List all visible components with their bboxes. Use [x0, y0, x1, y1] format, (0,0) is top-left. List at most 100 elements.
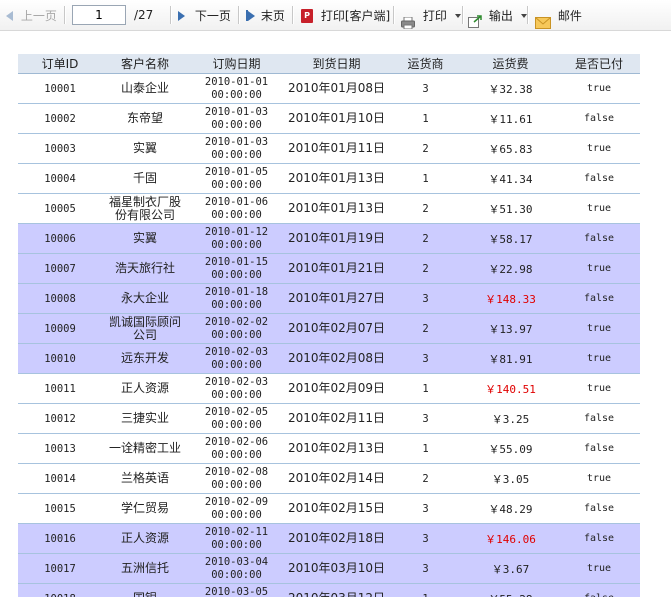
shipper: 2 — [422, 232, 429, 245]
header-shipper: 运货商 — [388, 54, 463, 74]
arrival-date: 2010年02月18日 — [287, 531, 386, 545]
mail-icon — [535, 10, 551, 29]
customer-name: 浩天旅行社 — [114, 261, 175, 275]
customer-cell: 三捷实业 — [102, 403, 188, 434]
order-date: 2010-01-12 — [204, 225, 269, 238]
shipper-cell: 3 — [388, 493, 463, 524]
order-time: 00:00:00 — [211, 148, 262, 161]
paid-flag: false — [583, 503, 615, 514]
paid-cell: true — [558, 73, 640, 104]
report-toolbar: 上一页 /27 下一页 末页 P 打印[客户端] 打印 — [0, 0, 671, 31]
order-date: 2010-01-06 — [204, 195, 269, 208]
order-id: 10005 — [44, 202, 76, 215]
paid-flag: true — [586, 563, 612, 574]
order-date: 2010-01-01 — [204, 75, 269, 88]
page-total: /27 — [134, 8, 154, 22]
table-row: 10017 五洲信托 2010-03-04 00:00:00 2010年03月10日 3 ￥… — [18, 553, 640, 584]
page-number-input[interactable] — [72, 5, 126, 25]
paid-flag: true — [586, 143, 612, 154]
order-date: 2010-02-03 — [204, 345, 269, 358]
shipper: 3 — [422, 562, 429, 575]
table-row: 10015 学仁贸易 2010-02-09 00:00:00 2010年02月15日 3 ￥… — [18, 493, 640, 524]
order-date: 2010-02-09 — [204, 495, 269, 508]
table-row: 10016 正人资源 2010-02-11 00:00:00 2010年02月18日 3 ￥… — [18, 523, 640, 554]
table-row: 10018 国银 2010-03-0500:00:002010年03月12日 1 ￥55… — [18, 583, 640, 597]
order-time: 00:00:00 — [211, 238, 262, 251]
arrival-date-cell: 2010年02月09日 — [285, 373, 388, 404]
arrival-date-cell: 2010年03月10日 — [285, 553, 388, 584]
table-row: 10011 正人资源 2010-02-03 00:00:00 2010年02月09日 1 ￥… — [18, 373, 640, 404]
customer-name: 实翼 — [132, 141, 157, 155]
next-page-button[interactable]: 下一页 — [178, 0, 231, 30]
shipper: 2 — [422, 142, 429, 155]
mail-button[interactable]: 邮件 — [535, 0, 582, 30]
print-client-button[interactable]: P 打印[客户端] — [301, 0, 390, 30]
customer-name: 凯诚国际顾问公司 — [108, 314, 181, 342]
table-row: 10009 凯诚国际顾问公司 2010-02-02 00:00:00 2010年02月0… — [18, 313, 640, 344]
header-paid: 是否已付 — [558, 54, 640, 74]
paid-cell: true — [558, 193, 640, 224]
freight-cell: ￥55.28 — [463, 583, 558, 597]
table-row: 10007 浩天旅行社 2010-01-15 00:00:00 2010年01月21日 2… — [18, 253, 640, 284]
table-header-row: 订单ID 客户名称 订购日期 到货日期 运货商 运货费 是否已付 — [18, 54, 640, 74]
toolbar-divider — [527, 6, 529, 24]
freight-cell: ￥3.05 — [463, 463, 558, 494]
customer-cell: 东帝望 — [102, 103, 188, 134]
order-time: 00:00:00 — [211, 358, 262, 371]
shipper: 3 — [422, 82, 429, 95]
order-id-cell: 10015 — [18, 493, 102, 524]
shipper: 1 — [422, 112, 429, 125]
table-row: 10004 千固 2010-01-05 00:00:00 2010年01月13日 1 ￥41… — [18, 163, 640, 194]
order-date: 2010-02-05 — [204, 405, 269, 418]
paid-flag: true — [586, 83, 612, 94]
freight: ￥55.28 — [488, 593, 532, 597]
customer-cell: 浩天旅行社 — [102, 253, 188, 284]
header-order-id: 订单ID — [18, 54, 102, 74]
arrow-left-icon — [6, 10, 13, 21]
paid-cell: true — [558, 553, 640, 584]
freight-cell: ￥55.09 — [463, 433, 558, 464]
order-id: 10003 — [44, 142, 76, 155]
shipper: 3 — [422, 292, 429, 305]
order-time: 00:00:00 — [211, 118, 262, 131]
paid-cell: true — [558, 463, 640, 494]
arrival-date: 2010年01月08日 — [287, 81, 386, 95]
last-page-button[interactable]: 末页 — [246, 0, 285, 30]
print-button[interactable]: 打印 — [401, 0, 461, 30]
order-id-cell: 10017 — [18, 553, 102, 584]
order-date: 2010-02-06 — [204, 435, 269, 448]
paid-cell: false — [558, 403, 640, 434]
arrival-date: 2010年01月27日 — [287, 291, 386, 305]
print-label: 打印 — [422, 8, 447, 23]
shipper: 2 — [422, 262, 429, 275]
shipper-cell: 2 — [388, 253, 463, 284]
arrival-date: 2010年02月11日 — [287, 411, 386, 425]
order-time: 00:00:00 — [211, 478, 262, 491]
paid-cell: false — [558, 433, 640, 464]
customer-cell: 五洲信托 — [102, 553, 188, 584]
customer-name: 三捷实业 — [120, 411, 169, 425]
customer-cell: 正人资源 — [102, 523, 188, 554]
order-date: 2010-01-03 — [204, 105, 269, 118]
next-page-label: 下一页 — [194, 8, 231, 23]
order-id-cell: 10004 — [18, 163, 102, 194]
arrival-date: 2010年01月13日 — [287, 171, 386, 185]
paid-flag: false — [583, 173, 615, 184]
arrival-date: 2010年02月14日 — [287, 471, 386, 485]
export-button[interactable]: 输出 — [468, 0, 527, 30]
toolbar-divider — [64, 6, 66, 24]
arrival-date: 2010年03月12日 — [288, 591, 385, 597]
arrival-date-cell: 2010年01月10日 — [285, 103, 388, 134]
freight-cell: ￥32.38 — [463, 73, 558, 104]
table-row: 10002 东帝望 2010-01-03 00:00:00 2010年01月10日 1 ￥1… — [18, 103, 640, 134]
header-order-date: 订购日期 — [188, 54, 285, 74]
freight: ￥48.29 — [488, 502, 533, 516]
customer-cell: 学仁贸易 — [102, 493, 188, 524]
table-row: 10010 远东开发 2010-02-03 00:00:00 2010年02月08日 3 ￥… — [18, 343, 640, 374]
prev-page-button[interactable]: 上一页 — [6, 0, 57, 30]
customer-name: 兰格英语 — [120, 471, 169, 485]
order-id-cell: 10009 — [18, 313, 102, 344]
order-time: 00:00:00 — [211, 88, 262, 101]
table-row: 10001 山泰企业 2010-01-01 00:00:00 2010年01月08日 3 ￥… — [18, 73, 640, 104]
order-time: 00:00:00 — [211, 208, 262, 221]
